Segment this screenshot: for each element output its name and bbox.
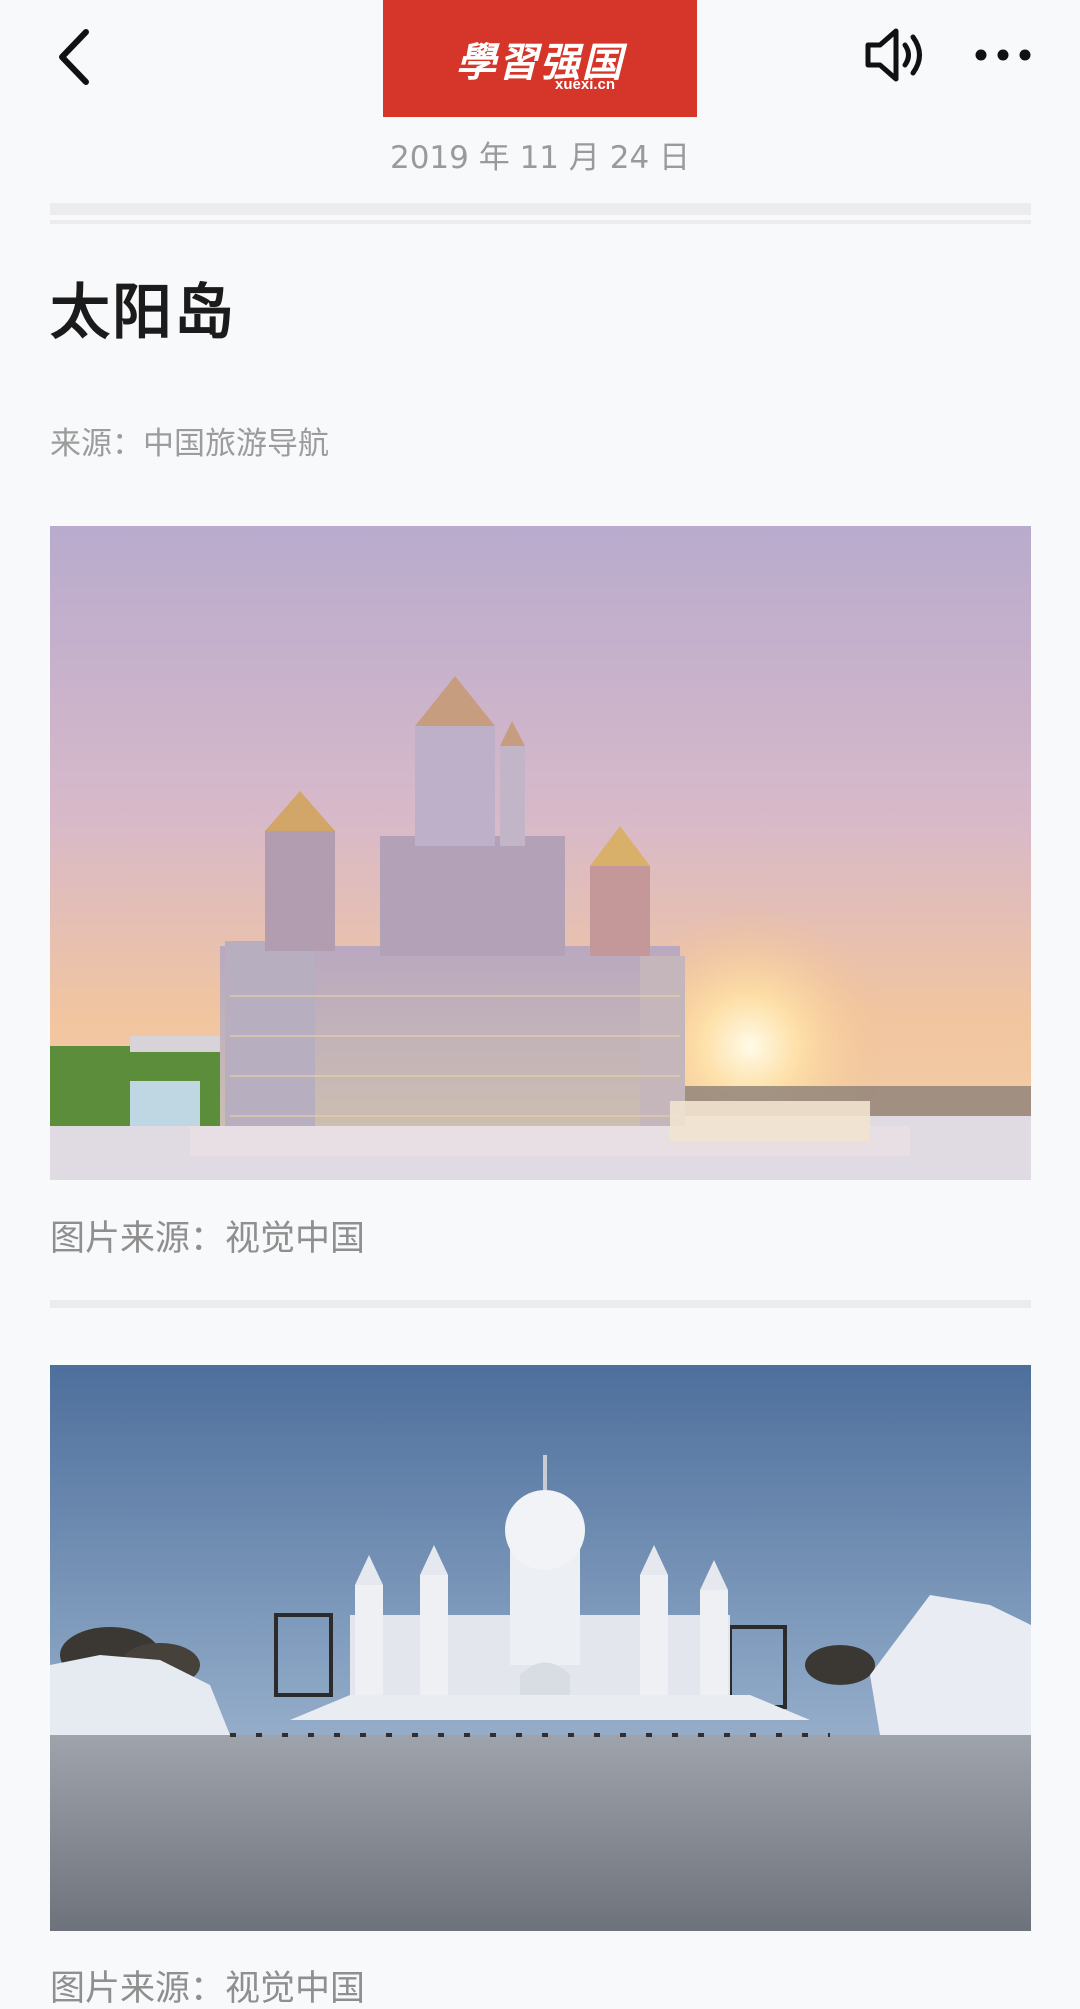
speaker-icon <box>865 28 922 82</box>
more-dots-icon <box>975 49 1031 61</box>
app-logo: 學習强国 xuexi.cn <box>383 0 697 117</box>
article-title: 太阳岛 <box>50 278 236 348</box>
divider <box>50 1300 1031 1308</box>
read-aloud-button[interactable] <box>862 25 928 85</box>
chevron-left-icon <box>59 29 89 85</box>
article-image[interactable] <box>50 526 1031 1180</box>
back-button[interactable] <box>50 22 110 92</box>
more-options-button[interactable] <box>972 30 1034 80</box>
divider <box>50 220 1031 224</box>
logo-subtext: xuexi.cn <box>555 76 616 93</box>
article-date: 2019 年 11 月 24 日 <box>389 140 691 176</box>
article-image[interactable] <box>50 1365 1031 1931</box>
image-caption: 图片来源：视觉中国 <box>50 1969 366 2009</box>
ice-castle-photo <box>50 526 1031 1180</box>
snow-palace-photo <box>50 1365 1031 1931</box>
image-caption: 图片来源：视觉中国 <box>50 1219 366 1259</box>
divider <box>50 203 1031 215</box>
article-page: 學習强国 xuexi.cn 2019 年 11 月 24 日 太阳岛 来源：中国… <box>0 0 1080 2009</box>
article-source: 来源：中国旅游导航 <box>50 426 329 462</box>
